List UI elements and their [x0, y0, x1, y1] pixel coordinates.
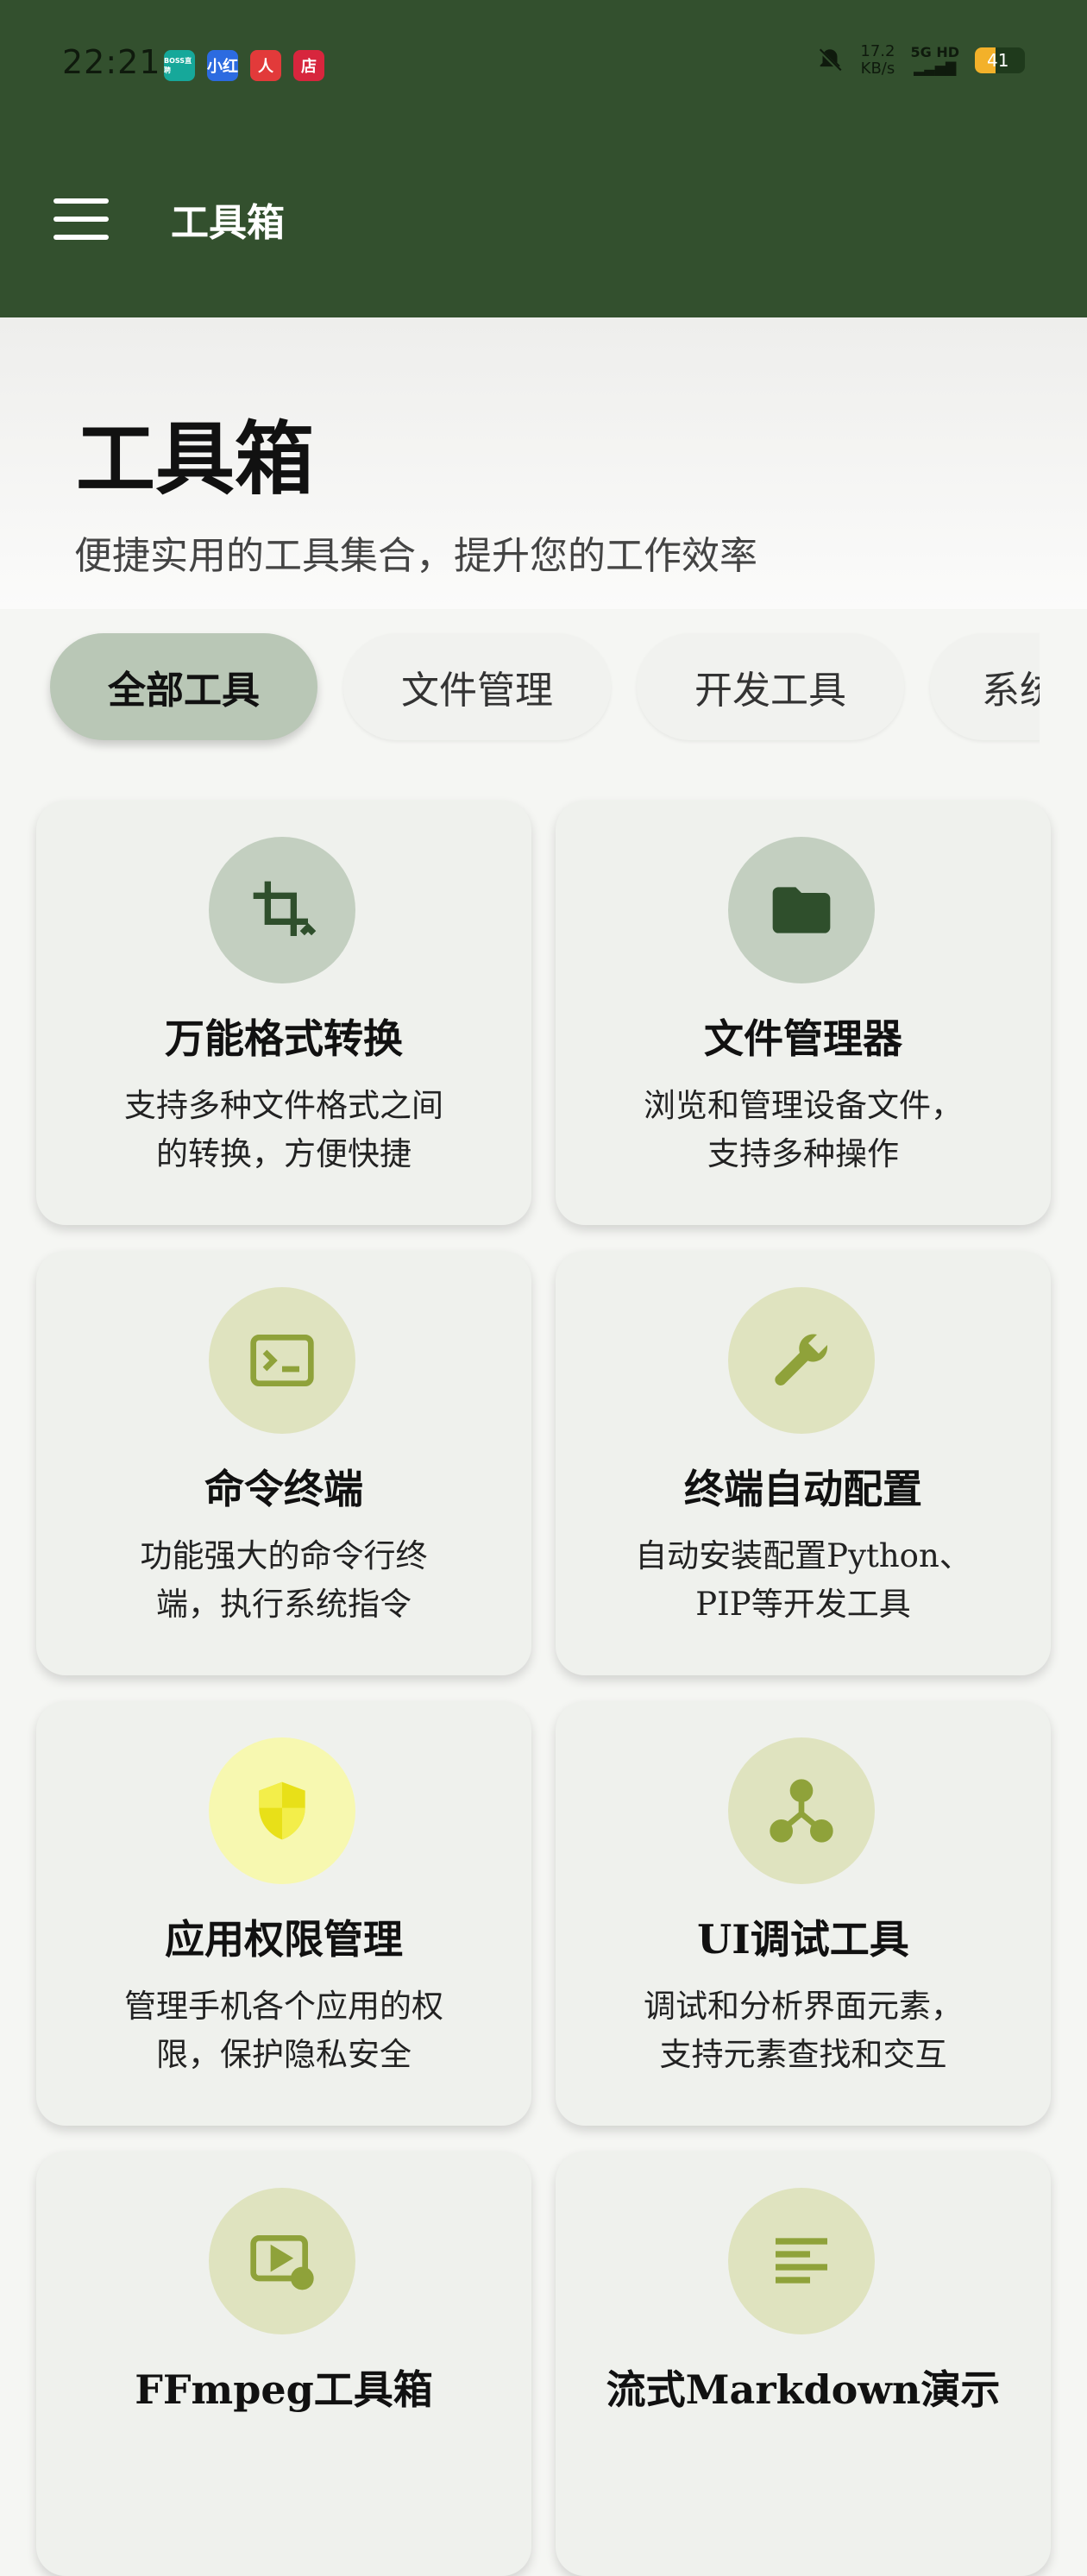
description-line: PIP等开发工具	[695, 1586, 911, 1623]
description-line: 支持多种文件格式之间	[124, 1087, 443, 1124]
battery-level: 41	[987, 50, 1009, 71]
status-app-icon: 人	[250, 50, 281, 81]
hero-header: 工具箱 便捷实用的工具集合，提升您的工作效率	[0, 317, 1087, 609]
tool-card-description: 支持多种文件格式之间 的转换，方便快捷	[71, 1082, 497, 1178]
tab-system[interactable]: 系统	[930, 633, 1040, 740]
tool-card-title: FFmpeg工具箱	[135, 2366, 433, 2413]
net-speed: 17.2 KB/s	[860, 43, 895, 78]
tool-card[interactable]: 应用权限管理管理手机各个应用的权 限，保护隐私安全	[36, 1701, 531, 2126]
tool-card[interactable]: UI调试工具调试和分析界面元素， 支持元素查找和交互	[556, 1701, 1051, 2126]
tool-card-title: 终端自动配置	[684, 1466, 922, 1512]
description-line: 浏览和管理设备文件，	[644, 1087, 963, 1124]
app-bar-title: 工具箱	[171, 201, 285, 245]
description-line: 功能强大的命令行终	[140, 1537, 428, 1574]
tool-card[interactable]: 流式Markdown演示	[556, 2152, 1051, 2576]
status-app-icons: BOSS直聘 小红人店	[164, 50, 324, 81]
signal-bars-icon: ▂▃▅▇	[914, 60, 957, 76]
tab-file-management[interactable]: 文件管理	[343, 633, 611, 740]
description-line: 端，执行系统指令	[156, 1586, 412, 1623]
wrench-icon	[728, 1287, 875, 1434]
tool-card-description: 自动安装配置Python、 PIP等开发工具	[590, 1532, 1016, 1629]
menu-button[interactable]	[53, 198, 116, 245]
net-speed-unit: KB/s	[860, 60, 895, 78]
description-line: 限，保护隐私安全	[156, 2036, 412, 2073]
status-app-icon: 小红	[207, 50, 238, 81]
status-app-icon: 店	[293, 50, 324, 81]
description-line: 自动安装配置Python、	[635, 1537, 971, 1574]
tab-dev-tools[interactable]: 开发工具	[637, 633, 904, 740]
notes-icon	[728, 2188, 875, 2334]
tool-card-description: 调试和分析界面元素， 支持元素查找和交互	[590, 1982, 1016, 2079]
tool-card-title: UI调试工具	[697, 1916, 909, 1963]
hamburger-icon	[53, 198, 109, 204]
muted-bell-icon	[818, 47, 843, 73]
tool-card-title: 应用权限管理	[165, 1916, 403, 1963]
description-line: 支持多种操作	[707, 1135, 899, 1172]
crop-rotate-icon	[209, 837, 355, 983]
tool-card-title: 文件管理器	[704, 1015, 902, 1062]
top-app-bar: 22:21 BOSS直聘 小红人店 17.2 KB/s 5G HD ▂▃▅▇ 41…	[0, 0, 1087, 317]
tool-card[interactable]: 命令终端功能强大的命令行终 端，执行系统指令	[36, 1251, 531, 1675]
tool-card[interactable]: 文件管理器浏览和管理设备文件， 支持多种操作	[556, 801, 1051, 1225]
tool-card-title: 命令终端	[204, 1466, 363, 1512]
tool-card-description: 管理手机各个应用的权 限，保护隐私安全	[71, 1982, 497, 2079]
tool-card[interactable]: FFmpeg工具箱	[36, 2152, 531, 2576]
description-line: 调试和分析界面元素，	[644, 1988, 963, 2025]
status-app-icon: BOSS直聘	[164, 50, 195, 81]
tool-card-description: 浏览和管理设备文件， 支持多种操作	[590, 1082, 1016, 1178]
page-title: 工具箱	[76, 412, 315, 506]
video-settings-icon	[209, 2188, 355, 2334]
hierarchy-icon	[728, 1737, 875, 1884]
category-tabs: 全部工具 文件管理 开发工具 系统	[0, 609, 1040, 756]
tool-card-title: 流式Markdown演示	[606, 2366, 1001, 2413]
description-line: 管理手机各个应用的权	[124, 1988, 443, 2025]
signal-indicator: 5G HD ▂▃▅▇	[910, 45, 959, 76]
tab-all-tools[interactable]: 全部工具	[50, 633, 317, 740]
tool-card[interactable]: 万能格式转换支持多种文件格式之间 的转换，方便快捷	[36, 801, 531, 1225]
folder-icon	[728, 837, 875, 983]
battery-icon: 41	[975, 47, 1025, 73]
tool-card-title: 万能格式转换	[165, 1015, 403, 1062]
net-speed-value: 17.2	[860, 42, 895, 60]
status-indicators: 17.2 KB/s 5G HD ▂▃▅▇ 41	[815, 43, 1025, 78]
terminal-icon	[209, 1287, 355, 1434]
signal-label: 5G HD	[910, 44, 959, 60]
tool-card-description: 功能强大的命令行终 端，执行系统指令	[71, 1532, 497, 1629]
description-line: 的转换，方便快捷	[156, 1135, 412, 1172]
shield-icon	[209, 1737, 355, 1884]
description-line: 支持元素查找和交互	[659, 2036, 947, 2073]
tool-card[interactable]: 终端自动配置自动安装配置Python、 PIP等开发工具	[556, 1251, 1051, 1675]
status-time: 22:21	[62, 43, 161, 81]
page-subtitle: 便捷实用的工具集合，提升您的工作效率	[74, 534, 757, 578]
